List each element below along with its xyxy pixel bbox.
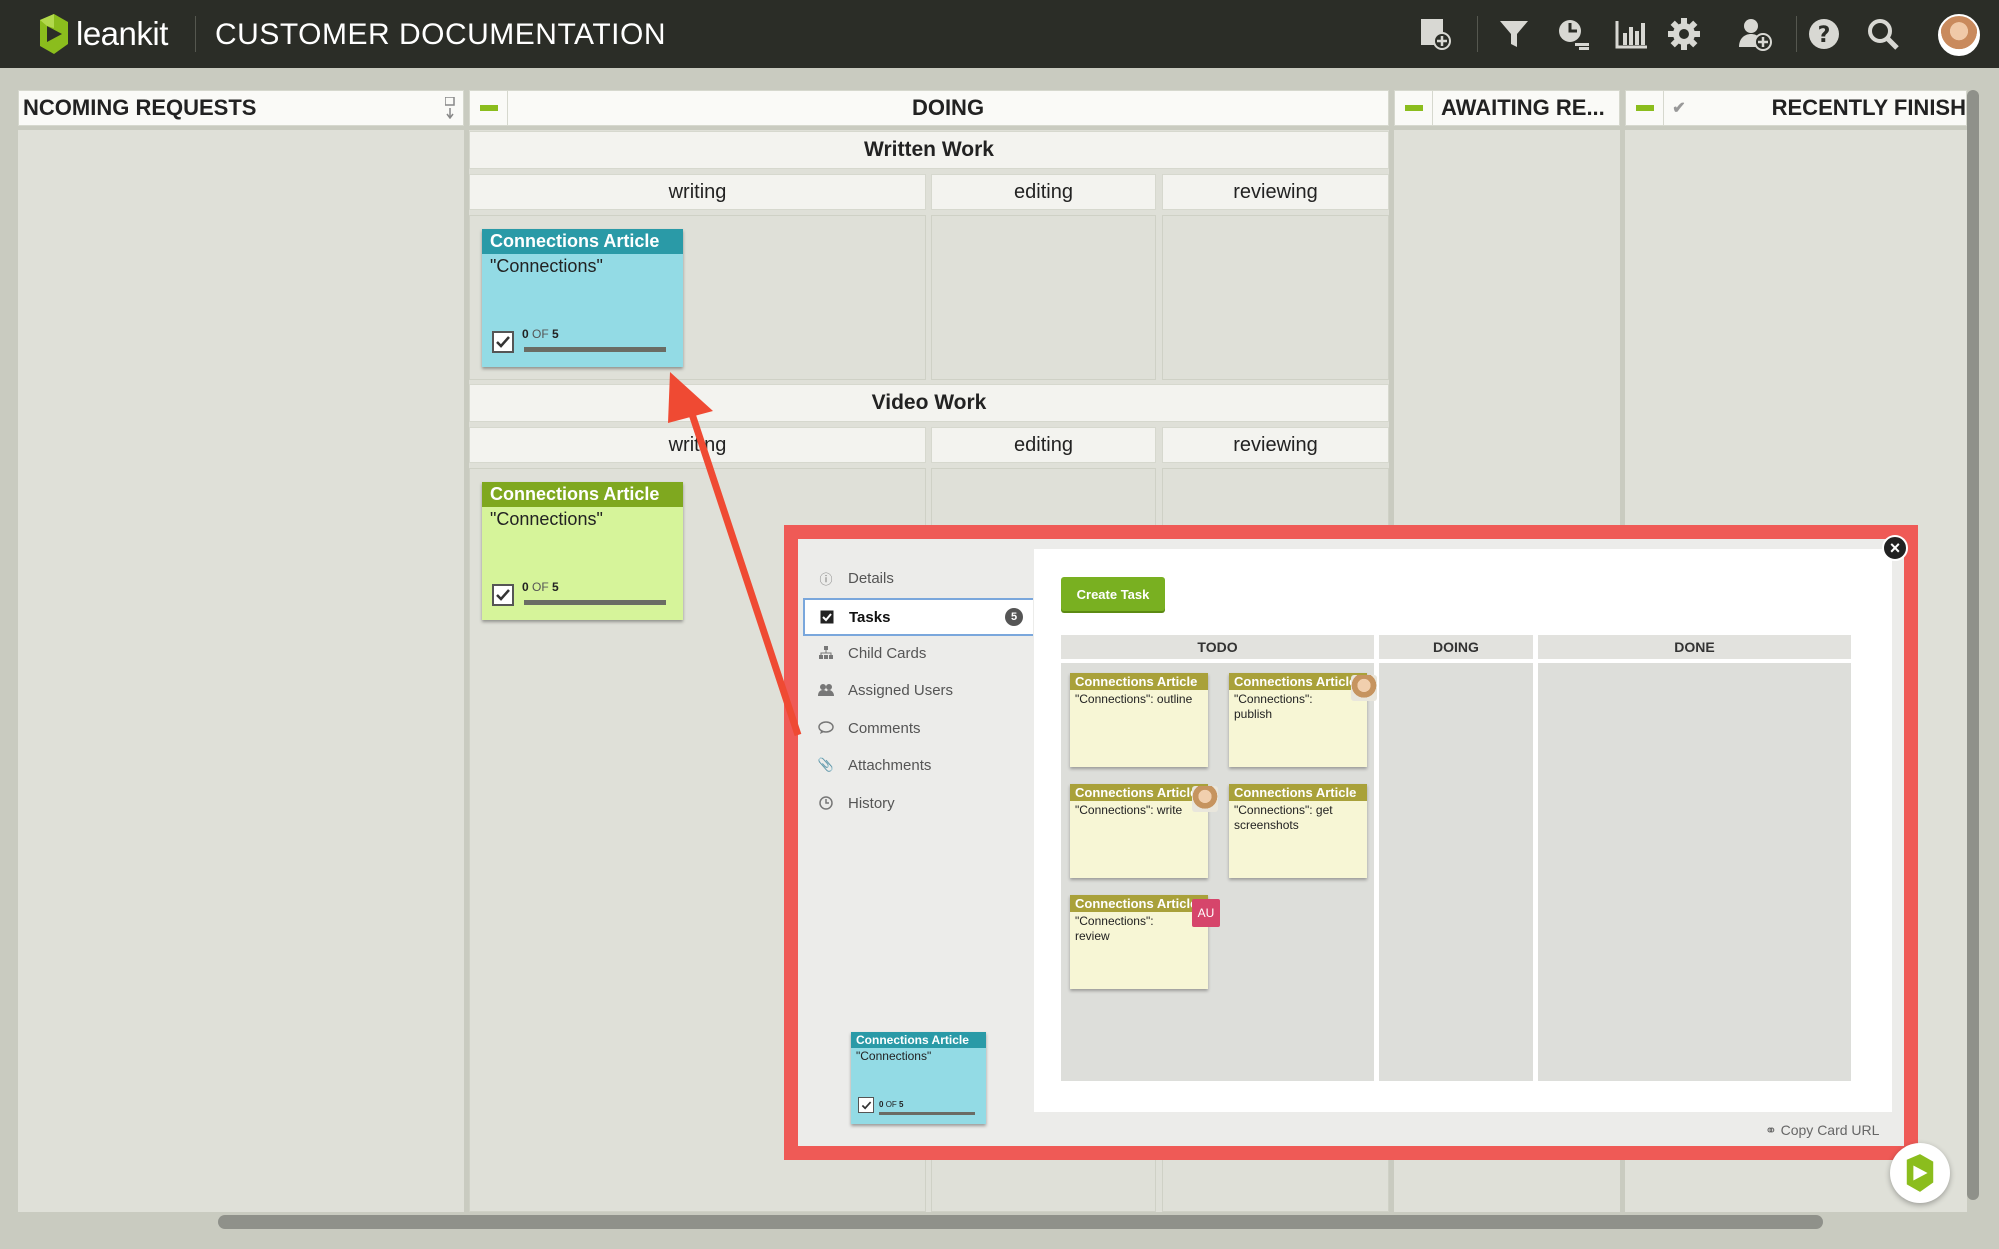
annotation-arrow — [668, 372, 802, 737]
leankit-help-button[interactable] — [1890, 1143, 1950, 1203]
